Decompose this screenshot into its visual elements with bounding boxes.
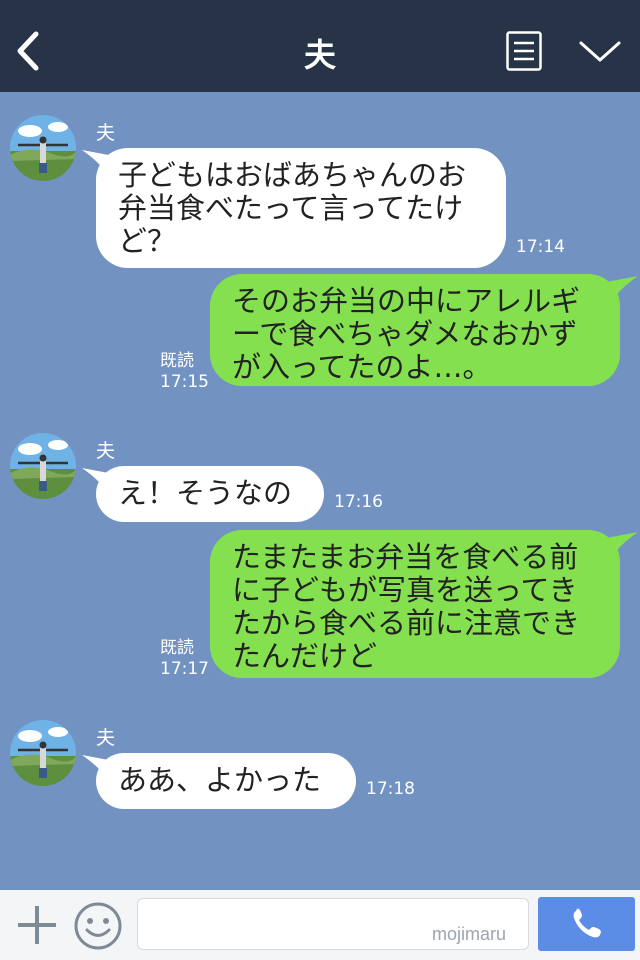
- message-line: え！そうなの: [118, 476, 293, 510]
- message-input[interactable]: [137, 898, 529, 950]
- message-line: 弁当食べたって言ってたけ: [118, 191, 464, 225]
- message-bubble-incoming[interactable]: え！そうなの: [96, 466, 324, 522]
- back-button[interactable]: [10, 28, 50, 74]
- menu-button[interactable]: [505, 30, 543, 72]
- message-input-bar: mojimaru: [0, 890, 640, 960]
- message-line: たんだけど: [232, 639, 378, 673]
- profile-photo-icon: [10, 115, 76, 181]
- avatar[interactable]: [10, 720, 76, 786]
- message-bubble-outgoing[interactable]: そのお弁当の中にアレルギ ーで食べちゃダメなおかず が入ってたのよ…。: [210, 274, 620, 386]
- read-status: 既読 17:15: [160, 351, 209, 393]
- message-bubble-outgoing[interactable]: たまたまお弁当を食べる前 に子どもが写真を送ってき たから食べる前に注意でき た…: [210, 530, 620, 678]
- phone-icon: [573, 908, 601, 938]
- add-button[interactable]: [14, 902, 60, 948]
- call-button[interactable]: [538, 897, 635, 951]
- chevron-left-icon: [17, 31, 39, 71]
- avatar[interactable]: [10, 433, 76, 499]
- note-list-icon: [506, 31, 542, 71]
- message-line: ああ、よかった: [118, 763, 322, 797]
- message-line: 子どもはおばあちゃんのお: [118, 158, 467, 192]
- plus-icon: [18, 906, 56, 944]
- message-line: ど？: [118, 224, 177, 258]
- chevron-down-icon: [579, 41, 621, 62]
- message-bubble-incoming[interactable]: 子どもはおばあちゃんのお 弁当食べたって言ってたけ ど？: [96, 148, 506, 268]
- sender-name: 夫: [96, 122, 116, 144]
- chat-title: 夫: [303, 36, 336, 74]
- message-time: 17:15: [160, 372, 209, 392]
- read-status: 既読 17:17: [160, 638, 209, 680]
- profile-photo-icon: [10, 433, 76, 499]
- message-line: ーで食べちゃダメなおかず: [232, 317, 578, 351]
- chat-header: 夫: [0, 0, 640, 92]
- avatar[interactable]: [10, 115, 76, 181]
- message-line: が入ってたのよ…。: [232, 350, 492, 384]
- message-line: そのお弁当の中にアレルギ: [232, 284, 581, 318]
- read-label: 既読: [160, 351, 194, 371]
- emoji-button[interactable]: [73, 901, 123, 951]
- message-time: 17:18: [366, 779, 415, 799]
- chat-area[interactable]: 夫 子どもはおばあちゃんのお 弁当食べたって言ってたけ ど？ 17:14 既読 …: [0, 92, 640, 890]
- profile-photo-icon: [10, 720, 76, 786]
- sender-name: 夫: [96, 727, 116, 749]
- message-time: 17:14: [516, 237, 565, 257]
- message-time: 17:16: [334, 492, 383, 512]
- read-label: 既読: [160, 638, 194, 658]
- sender-name: 夫: [96, 440, 116, 462]
- smiley-icon: [74, 902, 122, 950]
- message-line: たまたまお弁当を食べる前: [232, 540, 579, 574]
- message-time: 17:17: [160, 659, 209, 679]
- dropdown-button[interactable]: [578, 38, 622, 66]
- message-bubble-incoming[interactable]: ああ、よかった: [96, 753, 356, 809]
- message-line: たから食べる前に注意でき: [232, 606, 581, 640]
- message-line: に子どもが写真を送ってき: [232, 573, 578, 607]
